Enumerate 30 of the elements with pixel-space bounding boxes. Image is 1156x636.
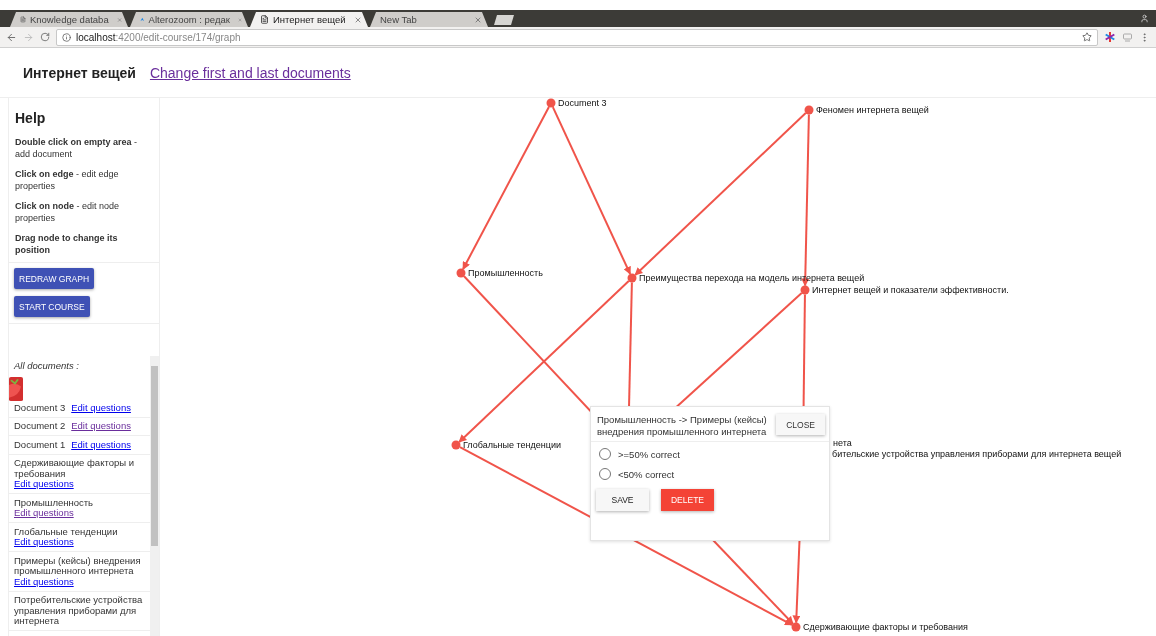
document-name: Document 3 <box>14 402 66 413</box>
node-label: Промышленность <box>468 268 543 278</box>
documents-heading: All documents : <box>14 360 80 371</box>
node-label: Глобальные тенденции <box>463 440 561 450</box>
document-name: Глобальные тенденции <box>14 526 118 537</box>
node-label: бительские устройства управления приборами для интернета вещей <box>832 449 1122 459</box>
dialog-title: Промышленность -> Примеры (кейсы) внедрения промышленного интернета <box>597 414 768 438</box>
help-text: Double click on empty area - add document <box>15 136 139 160</box>
tab-title: New Tab <box>380 14 417 25</box>
tab-title: Knowledge databa <box>29 14 109 25</box>
node-label: нета <box>833 438 852 448</box>
tab-title: Alterozoom : редак <box>148 14 230 25</box>
document-name: Промышленность <box>14 497 94 508</box>
node-label: Феномен интернета вещей <box>816 105 929 115</box>
document-name: Document 2 <box>14 421 66 432</box>
node-label: Document 3 <box>558 98 607 108</box>
course-title: Интернет вещей <box>23 64 136 81</box>
help-text: Drag node to change its position <box>15 232 119 256</box>
option-label: <50% correct <box>618 468 675 480</box>
help-title: Help <box>15 110 47 126</box>
document-name: Сдерживающие факторы и требования <box>14 458 135 479</box>
document-name: Потребительские устройства управления приборами для интернета <box>14 595 144 627</box>
node-label: Интернет вещей и показатели эффективности. <box>812 285 1009 295</box>
help-text: Click on edge - edit edge properties <box>15 168 120 192</box>
document-name: Document 1 <box>14 439 66 450</box>
tab-title: Интернет вещей <box>273 14 346 25</box>
node-label: Сдерживающие факторы и требования <box>803 622 968 632</box>
option-label: >=50% correct <box>618 448 680 460</box>
document-name: Примеры (кейсы) внедрения промышленного интернета <box>14 555 142 577</box>
help-text: Click on node - edit node properties <box>15 200 121 224</box>
